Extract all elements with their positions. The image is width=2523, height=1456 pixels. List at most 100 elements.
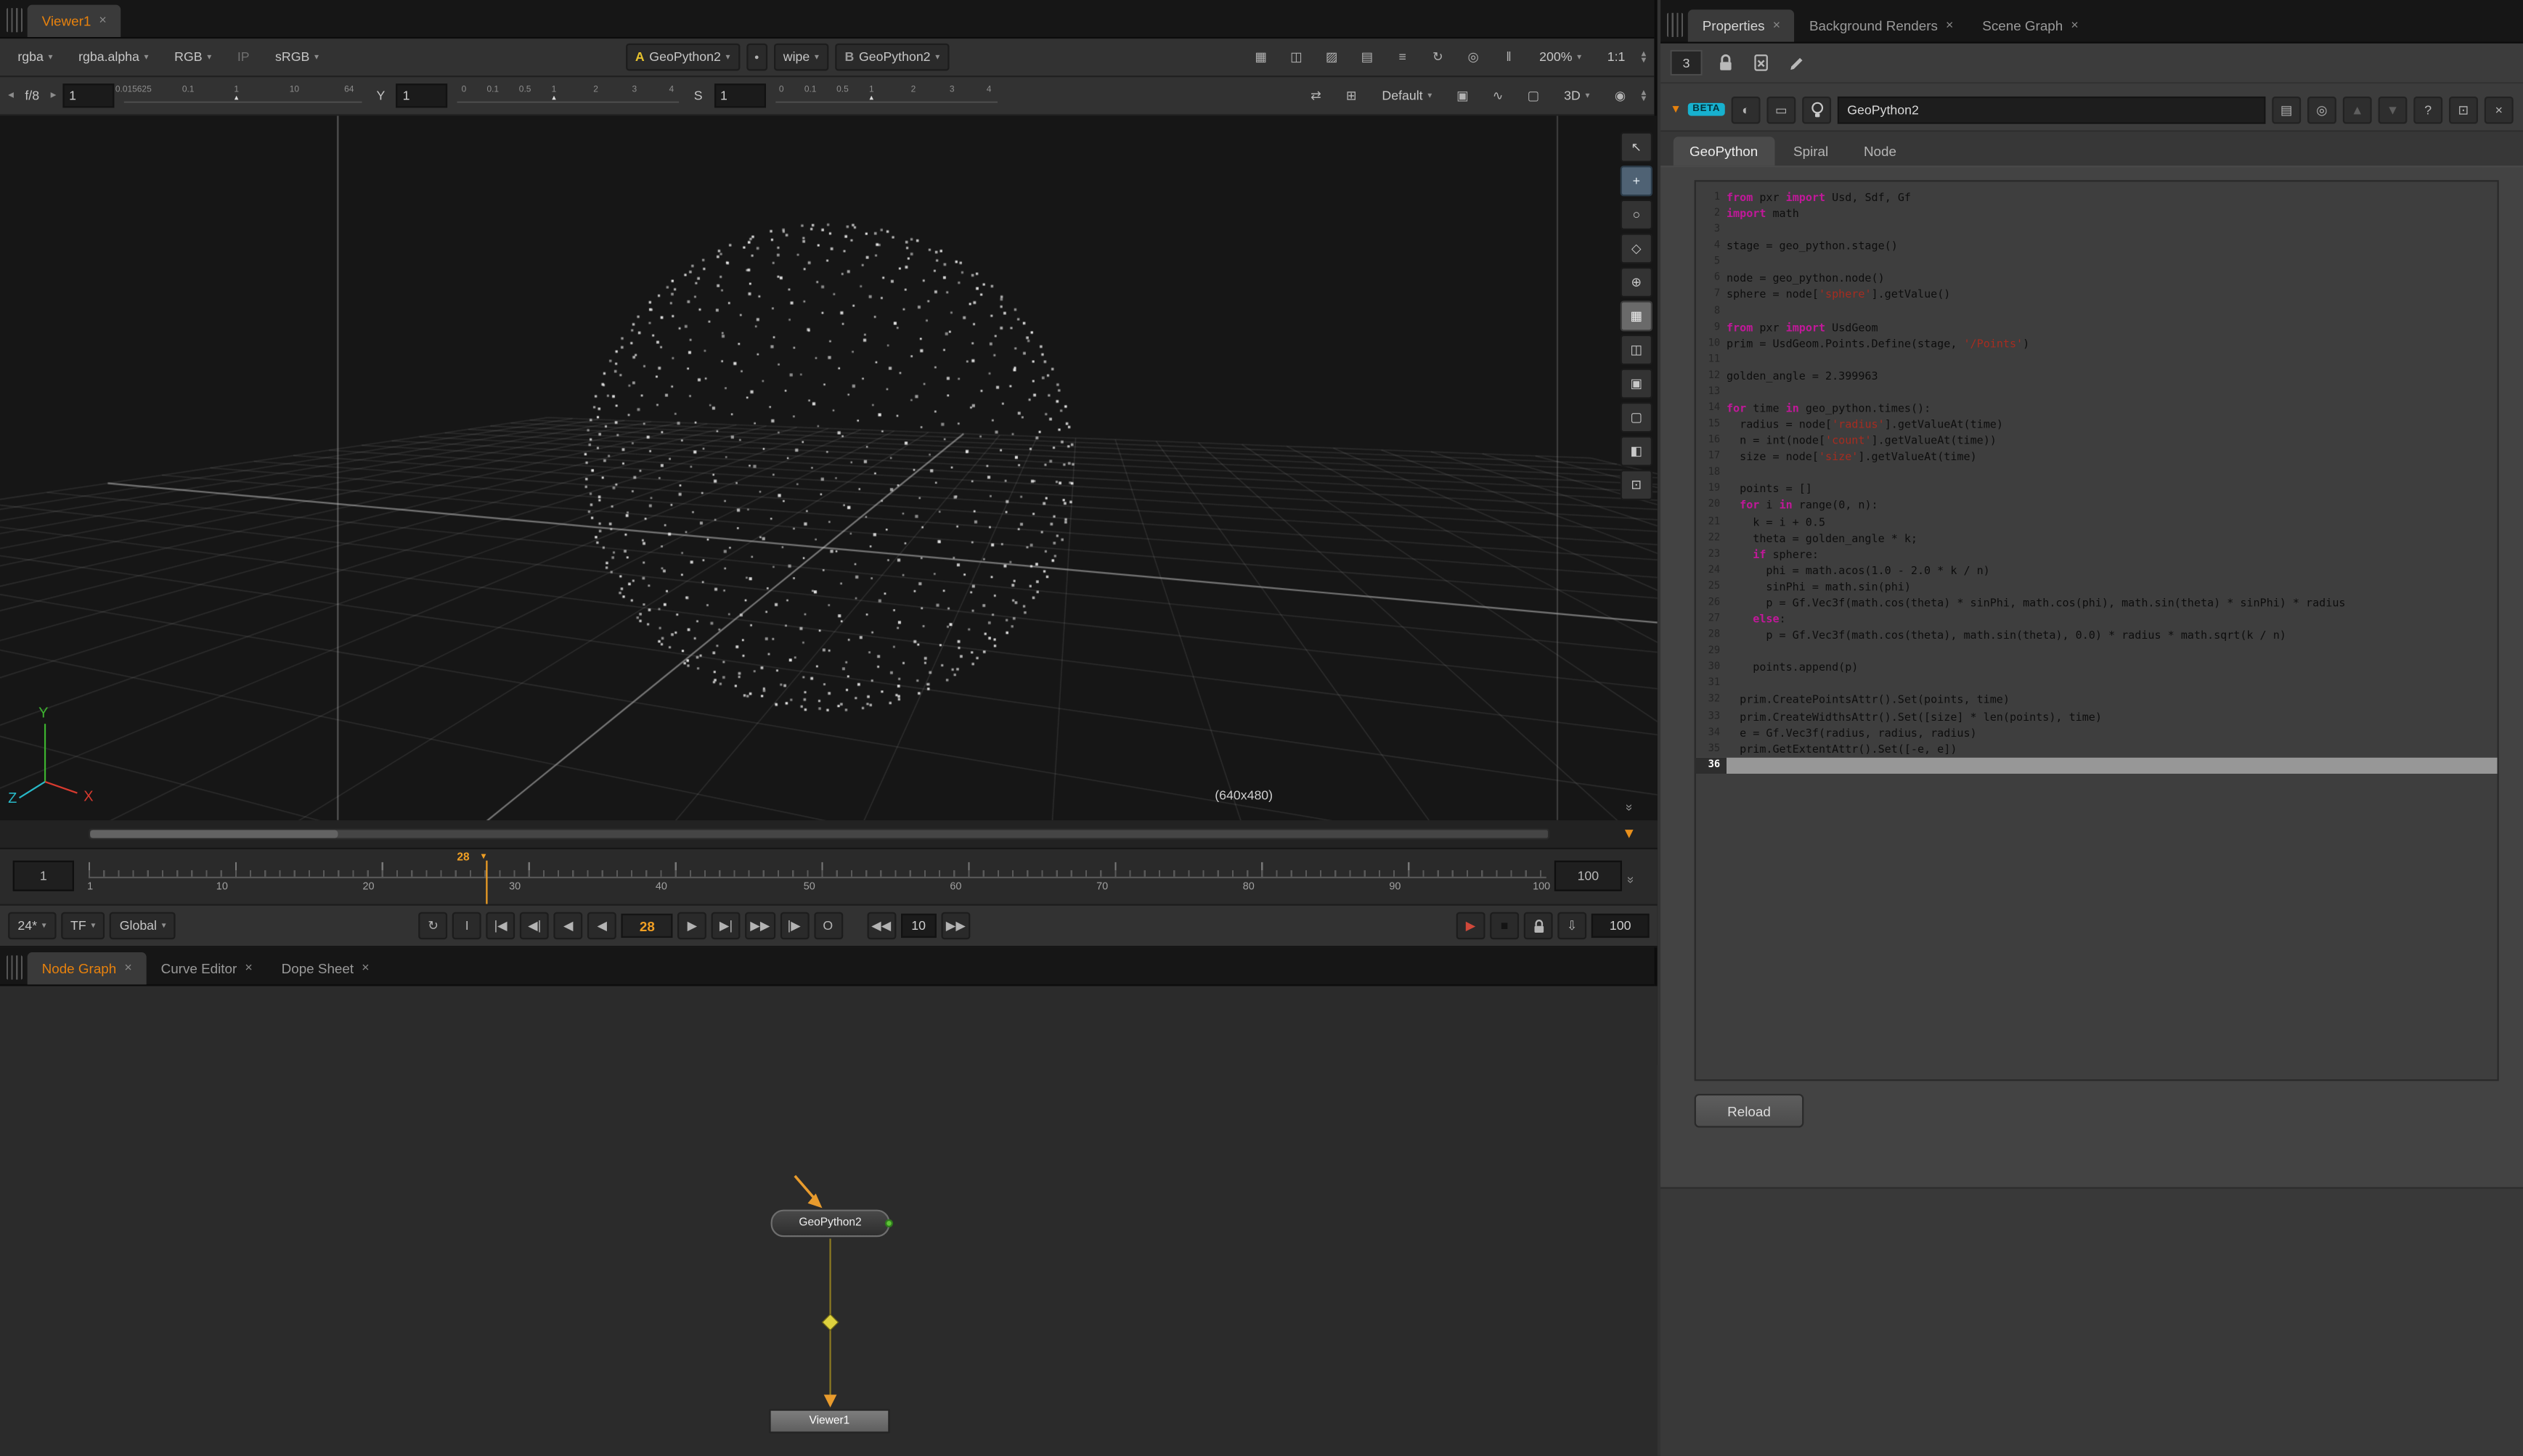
close-icon[interactable]: × [2071, 20, 2078, 33]
postage-stamp-icon[interactable]: ▭ [1766, 96, 1796, 123]
pause-icon[interactable]: ‖ [1494, 44, 1523, 71]
tab-background-renders[interactable]: Background Renders × [1795, 9, 1968, 41]
tab-node[interactable]: Node [1848, 136, 1912, 165]
code-line[interactable]: 3 [1696, 222, 2498, 238]
fast-forward-icon[interactable]: ▶▶ [746, 912, 775, 940]
jump-forward-icon[interactable]: ▶▶ [941, 912, 971, 940]
goto-end-icon[interactable]: |▶ [780, 912, 809, 940]
update-target-icon[interactable]: ◎ [1459, 44, 1488, 71]
jump-back-icon[interactable]: ◀◀ [866, 912, 896, 940]
redo-down-icon[interactable]: ▼ [2379, 96, 2408, 123]
gain-field[interactable] [62, 83, 114, 107]
select-tool-icon[interactable]: ↖ [1621, 132, 1652, 163]
code-line[interactable]: 27 else: [1696, 611, 2498, 627]
pixel-aspect-button[interactable]: 1:1 [1597, 44, 1634, 71]
code-line[interactable]: 24 phi = math.acos(1.0 - 2.0 * k / n) [1696, 563, 2498, 578]
code-line[interactable]: 15 radius = node['radius'].getValueAt(ti… [1696, 417, 2498, 433]
close-icon[interactable]: × [1773, 20, 1780, 33]
translate-tool-icon[interactable]: + [1621, 165, 1652, 196]
code-line[interactable]: 21 k = i + 0.5 [1696, 514, 2498, 530]
code-line[interactable]: 17 size = node['size'].getValueAt(time) [1696, 449, 2498, 465]
code-line[interactable]: 34 e = Gf.Vec3f(radius, radius, radius) [1696, 725, 2498, 741]
range-update-icon[interactable]: ▼ [1622, 825, 1637, 841]
close-icon[interactable]: × [362, 962, 369, 975]
code-line[interactable]: 35 prim.GetExtentAttr().Set([-e, e]) [1696, 741, 2498, 757]
display-channel-dropdown[interactable]: RGB▾ [165, 44, 221, 71]
downrez-icon[interactable]: ⇄ [1302, 82, 1331, 110]
guides-grid-icon[interactable]: ⊞ [1337, 82, 1366, 110]
slider-track[interactable] [457, 102, 680, 103]
gamut-display-icon[interactable]: ◉ [1606, 82, 1635, 110]
code-line[interactable]: 28 p = Gf.Vec3f(math.cos(theta), math.si… [1696, 628, 2498, 644]
playback-loop-icon[interactable]: ↻ [419, 912, 448, 940]
2d-3d-dropdown[interactable]: 3D▾ [1554, 82, 1599, 110]
wipe-split-icon[interactable]: ◫ [1282, 44, 1311, 71]
axis-tool-icon[interactable]: ⊕ [1621, 267, 1652, 298]
wipe-dropdown[interactable]: wipe▾ [774, 44, 829, 71]
lock-view-icon[interactable]: ⊡ [1621, 470, 1652, 500]
code-line[interactable]: 26 p = Gf.Vec3f(math.cos(theta) * sinPhi… [1696, 595, 2498, 611]
input-process-button[interactable]: IP [228, 44, 259, 71]
tab-node-graph[interactable]: Node Graph × [28, 952, 147, 984]
center-node-icon[interactable]: ◎ [2307, 96, 2336, 123]
camera-icon[interactable]: ▣ [1448, 82, 1477, 110]
prev-aperture-icon[interactable]: ◂ [8, 92, 14, 99]
tab-viewer1[interactable]: Viewer1 × [28, 5, 121, 37]
display-mode-icon[interactable]: ▦ [1621, 300, 1652, 331]
range-end-field[interactable] [1591, 914, 1650, 938]
code-line[interactable]: 31 [1696, 676, 2498, 692]
code-line[interactable]: 29 [1696, 644, 2498, 660]
stop-render-icon[interactable]: ■ [1490, 912, 1519, 940]
aperture-label[interactable]: f/8 [20, 82, 44, 110]
viewer-menu-icon[interactable]: ≡ [1388, 44, 1417, 71]
tf-dropdown[interactable]: TF▾ [61, 912, 105, 940]
node-name-field[interactable] [1838, 96, 2265, 123]
zebra-stripes-icon[interactable]: ▨ [1317, 44, 1346, 71]
viewer-colorspace-dropdown[interactable]: sRGB▾ [266, 44, 329, 71]
close-all-panels-icon[interactable] [1748, 50, 1773, 75]
code-line[interactable]: 9from pxr import UsdGeom [1696, 319, 2498, 335]
tab-spiral[interactable]: Spiral [1777, 136, 1844, 165]
close-icon[interactable]: × [99, 15, 106, 28]
scale-tool-icon[interactable]: ◇ [1621, 233, 1652, 263]
set-out-point-button[interactable]: O [813, 912, 842, 940]
saturation-slider[interactable]: 0 0.1 0.5 1 2 3 4 ▴ [772, 82, 1000, 110]
channels-dropdown[interactable]: rgba▾ [8, 44, 62, 71]
gamma-slider[interactable]: 0 0.1 0.5 1 2 3 4 ▴ [455, 82, 683, 110]
scope-wave-icon[interactable]: ∿ [1483, 82, 1512, 110]
code-line[interactable]: 8 [1696, 303, 2498, 319]
code-line[interactable]: 6node = geo_python.node() [1696, 271, 2498, 287]
step-back-icon[interactable]: ◀ [554, 912, 583, 940]
saturation-field[interactable] [714, 83, 765, 107]
timeline-ruler[interactable]: 1 1 10 20 30 40 50 60 70 80 90 100 ▾ 28 … [0, 849, 1658, 904]
code-line[interactable]: 4stage = geo_python.stage() [1696, 239, 2498, 255]
code-line[interactable]: 1from pxr import Usd, Sdf, Gf [1696, 190, 2498, 206]
textured-mode-icon[interactable]: ▣ [1621, 369, 1652, 399]
node-color-icon[interactable]: ◐ [1732, 96, 1761, 123]
layer-dropdown[interactable]: rgba.alpha▾ [69, 44, 158, 71]
panel-grip-icon[interactable] [7, 955, 23, 979]
close-icon[interactable]: × [1946, 20, 1953, 33]
input-b-dropdown[interactable]: BGeoPython2▾ [835, 44, 949, 71]
render-playback-icon[interactable]: ▶ [1456, 912, 1485, 940]
node-geopython2[interactable]: GeoPython2 [771, 1210, 890, 1238]
python-code-editor[interactable]: 1from pxr import Usd, Sdf, Gf2import mat… [1695, 180, 2499, 1081]
input-a-dropdown[interactable]: AGeoPython2▾ [626, 44, 740, 71]
undo-up-icon[interactable]: ▲ [2343, 96, 2372, 123]
panel-grip-icon[interactable] [7, 8, 23, 32]
roi-icon[interactable]: ▢ [1519, 82, 1548, 110]
fps-dropdown[interactable]: 24*▾ [8, 912, 56, 940]
gamma-field[interactable] [396, 83, 448, 107]
disclosure-icon[interactable]: ▼ [1670, 104, 1681, 115]
range-start-box[interactable]: 1 [13, 861, 74, 891]
rotate-tool-icon[interactable]: ○ [1621, 200, 1652, 230]
code-line[interactable]: 36 [1696, 757, 2498, 773]
lock-panels-icon[interactable] [1712, 50, 1737, 75]
timeline-collapse-icon[interactable]: » [1624, 876, 1639, 882]
zoom-dropdown[interactable]: 200%▾ [1530, 44, 1591, 71]
code-line[interactable]: 32 prim.CreatePointsAttr().Set(points, t… [1696, 692, 2498, 708]
bulb-icon[interactable] [1802, 96, 1831, 123]
playhead[interactable] [486, 861, 487, 904]
slider-track[interactable] [775, 102, 997, 103]
play-forward-icon[interactable]: ▶ [678, 912, 707, 940]
